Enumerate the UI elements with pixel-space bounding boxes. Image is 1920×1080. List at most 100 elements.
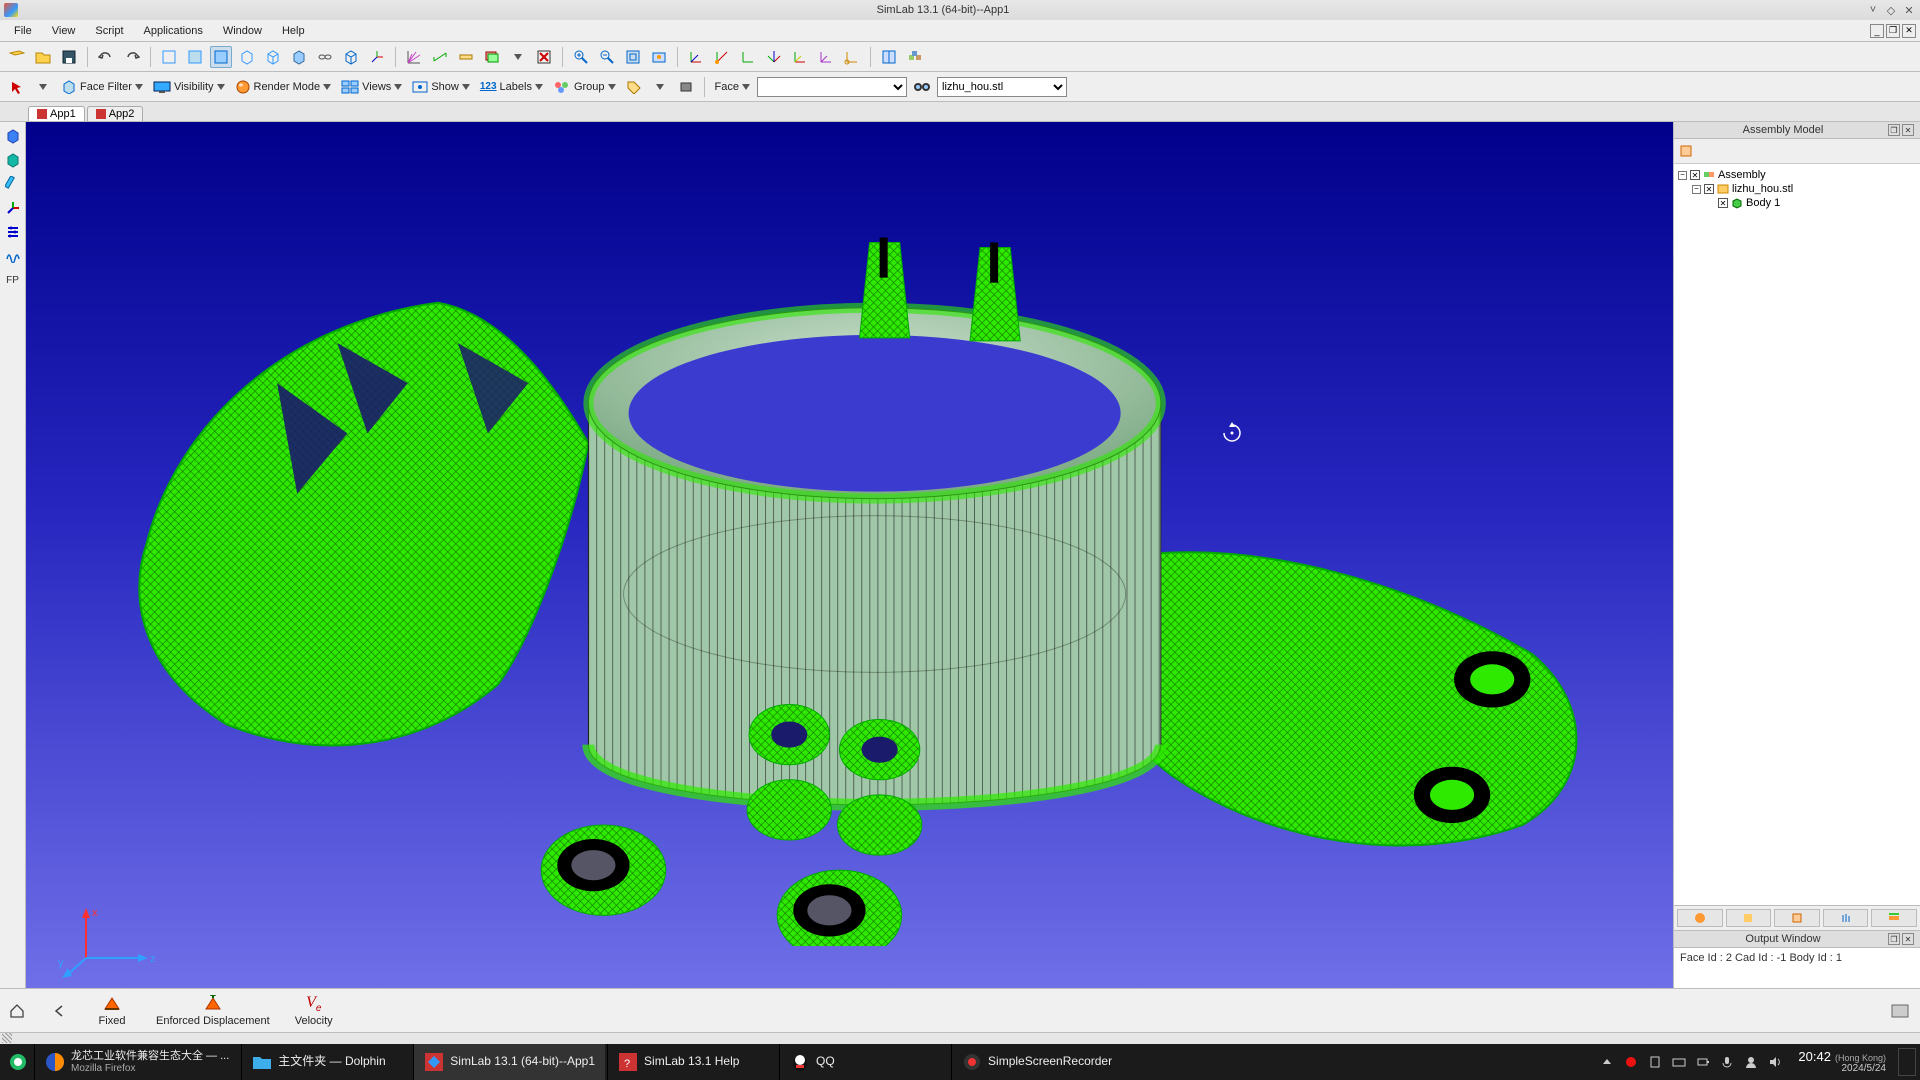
taskbar-app-simlab[interactable]: SimLab 13.1 (64-bit)--App1 <box>413 1044 605 1080</box>
chevron-down-icon[interactable] <box>507 46 529 68</box>
visibility-dropdown[interactable]: Visibility <box>150 76 228 98</box>
fp-label[interactable]: FP <box>3 270 23 290</box>
zoom-in-icon[interactable] <box>570 46 592 68</box>
expander-icon[interactable]: − <box>1678 171 1687 180</box>
taskbar-app-qq[interactable]: QQ <box>779 1044 949 1080</box>
fit-view-icon[interactable] <box>622 46 644 68</box>
screenshot-icon[interactable] <box>648 46 670 68</box>
tree-node-file[interactable]: − ✕ lizhu_hou.stl <box>1678 182 1916 196</box>
menu-help[interactable]: Help <box>272 23 315 39</box>
redo-icon[interactable] <box>121 46 143 68</box>
coord-sys2-icon[interactable] <box>711 46 733 68</box>
sliders-icon[interactable] <box>3 222 23 242</box>
menu-window[interactable]: Window <box>213 23 272 39</box>
menu-script[interactable]: Script <box>85 23 133 39</box>
face-combo[interactable] <box>757 77 907 97</box>
home-icon[interactable] <box>8 1002 26 1020</box>
wave-icon[interactable] <box>3 246 23 266</box>
cmd-velocity[interactable]: Ve Velocity <box>294 994 334 1027</box>
zoom-out-icon[interactable] <box>596 46 618 68</box>
select-box-icon[interactable] <box>158 46 180 68</box>
tray-mic-icon[interactable] <box>1720 1055 1734 1069</box>
tray-battery-icon[interactable] <box>1696 1055 1710 1069</box>
cmd-extra[interactable] <box>1888 1001 1912 1021</box>
window-close-button[interactable]: ✕ <box>1902 3 1916 17</box>
expander-icon[interactable]: − <box>1692 185 1701 194</box>
chip-icon[interactable] <box>675 76 697 98</box>
mdi-minimize-button[interactable]: _ <box>1870 24 1884 38</box>
views-dropdown[interactable]: Views <box>338 76 405 98</box>
tray-record-icon[interactable] <box>1624 1055 1638 1069</box>
window-maximize-button[interactable]: ◇ <box>1884 3 1898 17</box>
assembly-tree[interactable]: − ✕ Assembly − ✕ lizhu_hou.stl ✕ Body 1 <box>1674 164 1920 906</box>
graph-lines-icon[interactable] <box>403 46 425 68</box>
chevron-down-icon[interactable] <box>649 76 671 98</box>
select-box2-icon[interactable] <box>184 46 206 68</box>
dimension-icon[interactable] <box>429 46 451 68</box>
axes-origin-icon[interactable] <box>366 46 388 68</box>
tray-clipboard-icon[interactable] <box>1648 1055 1662 1069</box>
pointer-icon[interactable] <box>6 76 28 98</box>
output-window[interactable]: Face Id : 2 Cad Id : -1 Body Id : 1 <box>1674 948 1920 988</box>
link-icon[interactable] <box>314 46 336 68</box>
panel-btn-4[interactable] <box>1823 909 1869 927</box>
group-dropdown[interactable]: Group <box>550 76 619 98</box>
ruler-icon[interactable] <box>455 46 477 68</box>
start-menu-button[interactable] <box>4 1048 32 1076</box>
tree-node-body[interactable]: ✕ Body 1 <box>1678 196 1916 210</box>
panel-btn-3[interactable] <box>1774 909 1820 927</box>
taskbar-app-dolphin[interactable]: 主文件夹 — Dolphin <box>241 1044 411 1080</box>
model-combo[interactable]: lizhu_hou.stl <box>937 77 1067 97</box>
cube-outline-icon[interactable] <box>340 46 362 68</box>
tab-app1[interactable]: App1 <box>28 106 85 121</box>
binoculars-icon[interactable] <box>911 76 933 98</box>
coord-sys4-icon[interactable] <box>763 46 785 68</box>
taskbar-app-firefox[interactable]: 龙芯工业软件兼容生态大全 — ... Mozilla Firefox <box>34 1044 239 1080</box>
panel-undock-button[interactable]: ❐ <box>1888 124 1900 136</box>
menu-applications[interactable]: Applications <box>134 23 213 39</box>
tree-options-icon[interactable] <box>1677 142 1695 160</box>
select-wire-icon[interactable] <box>262 46 284 68</box>
delete-box-icon[interactable] <box>533 46 555 68</box>
undo-icon[interactable] <box>95 46 117 68</box>
labels-dropdown[interactable]: 123 Labels <box>477 76 546 98</box>
panel-btn-5[interactable] <box>1871 909 1917 927</box>
tab-app2[interactable]: App2 <box>87 106 144 121</box>
taskbar-app-ssr[interactable]: SimpleScreenRecorder <box>951 1044 1122 1080</box>
assembly-icon[interactable] <box>904 46 926 68</box>
tray-keyboard-icon[interactable] <box>1672 1055 1686 1069</box>
face-filter-dropdown[interactable]: Face Filter <box>58 76 146 98</box>
open-icon[interactable] <box>32 46 54 68</box>
layers-icon[interactable] <box>481 46 503 68</box>
checkbox[interactable]: ✕ <box>1704 184 1714 194</box>
menu-view[interactable]: View <box>42 23 86 39</box>
cmd-enforced-displacement[interactable]: Enforced Displacement <box>156 994 270 1027</box>
chevron-down-icon[interactable] <box>32 76 54 98</box>
menu-file[interactable]: File <box>4 23 42 39</box>
checkbox[interactable]: ✕ <box>1718 198 1728 208</box>
window-minimize-button[interactable]: ˅ <box>1866 3 1880 17</box>
mdi-restore-button[interactable]: ❐ <box>1886 24 1900 38</box>
back-icon[interactable] <box>50 1002 68 1020</box>
render-mode-dropdown[interactable]: Render Mode <box>232 76 335 98</box>
panel-btn-2[interactable] <box>1726 909 1772 927</box>
mdi-close-button[interactable]: ✕ <box>1902 24 1916 38</box>
checkbox[interactable]: ✕ <box>1690 170 1700 180</box>
cube-shaded-icon[interactable] <box>288 46 310 68</box>
panel-undock-button[interactable]: ❐ <box>1888 933 1900 945</box>
cmd-fixed[interactable]: Fixed <box>92 994 132 1027</box>
coord-sys3-icon[interactable] <box>737 46 759 68</box>
tree-node-assembly[interactable]: − ✕ Assembly <box>1678 168 1916 182</box>
panel-close-button[interactable]: ✕ <box>1902 124 1914 136</box>
panel-close-button[interactable]: ✕ <box>1902 933 1914 945</box>
tray-volume-icon[interactable] <box>1768 1055 1782 1069</box>
save-icon[interactable] <box>58 46 80 68</box>
viewport-3d[interactable]: x y z <box>26 122 1673 988</box>
show-desktop-button[interactable] <box>1898 1048 1916 1076</box>
face-selector-dropdown[interactable]: Face <box>712 76 753 98</box>
tag-icon[interactable] <box>623 76 645 98</box>
ruler-diag-icon[interactable] <box>3 174 23 194</box>
cube-teal-icon[interactable] <box>3 150 23 170</box>
coord-sys7-icon[interactable] <box>841 46 863 68</box>
coord-sys1-icon[interactable] <box>685 46 707 68</box>
